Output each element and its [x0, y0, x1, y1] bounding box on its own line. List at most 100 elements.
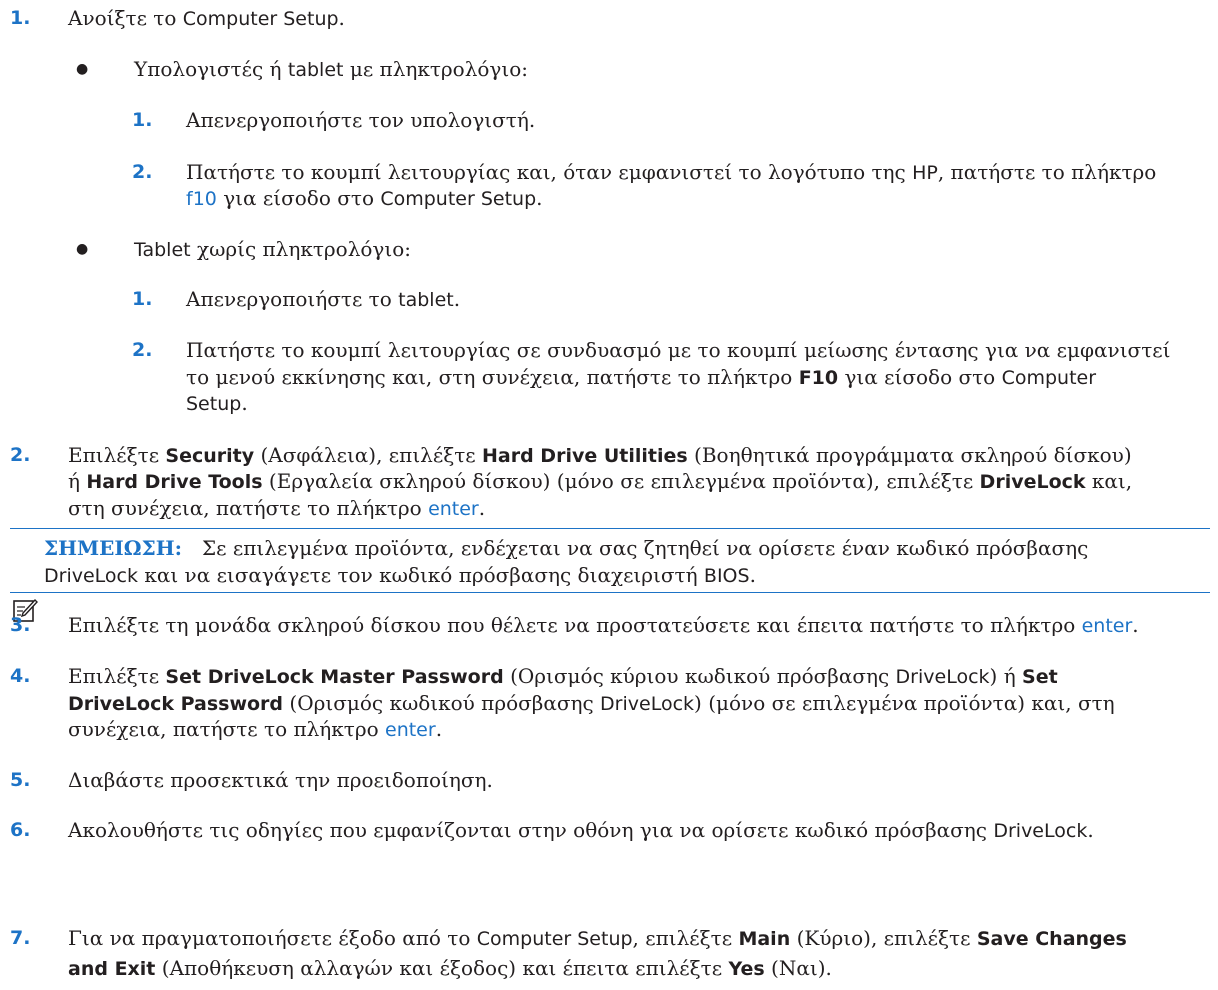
step-text: Πατήστε το κουμπί λειτουργίας και, όταν … [186, 160, 913, 184]
step-number: 5. [10, 769, 31, 791]
step-7-line2: and Exit (Αποθήκευση αλλαγών και έξοδος)… [68, 954, 832, 983]
step-text: και, [1085, 469, 1133, 493]
note-label: ΣΗΜΕΙΩΣΗ: [44, 536, 182, 560]
step-text: (Εργαλεία σκληρού δίσκου) (μόνο σε επιλε… [262, 469, 980, 493]
app-name: Computer Setup [380, 188, 537, 210]
app-name: Computer Setup [182, 8, 339, 30]
step-number: 2. [10, 444, 31, 466]
key-name: enter [385, 719, 436, 741]
label-text: χωρίς πληκτρολόγιο: [190, 237, 411, 261]
key-name: enter [1081, 615, 1133, 637]
step-text: . [1087, 818, 1094, 842]
step-text: Ανοίξτε το [68, 6, 183, 30]
step-text: . [435, 717, 443, 741]
menu-name: Save Changes [976, 928, 1127, 950]
product-name: DriveLock [600, 693, 695, 715]
step-5-text: Διαβάστε προσεκτικά την προειδοποίηση. [68, 768, 493, 792]
app-name: Computer [1001, 367, 1097, 389]
menu-name: Hard Drive Tools [86, 471, 263, 493]
device-name: Tablet [134, 239, 191, 261]
substep-number: 1. [132, 288, 153, 310]
substep-text-line2: f10 για είσοδο στο Computer Setup. [186, 184, 543, 213]
step-text: (Κύριο), επιλέξτε [790, 926, 977, 950]
step-number: 3. [10, 614, 31, 636]
substep-text-line2: το μενού εκκίνησης και, στη συνέχεια, πα… [186, 363, 1096, 392]
substep-number: 2. [132, 161, 153, 183]
step-text: (Ορισμός κύριου κωδικού πρόσβασης [503, 664, 896, 688]
app-name: Setup [186, 393, 242, 415]
note-top-rule [10, 528, 1210, 529]
step-number: 6. [10, 819, 31, 841]
step-text: συνέχεια, πατήστε το πλήκτρο [68, 717, 385, 741]
menu-name: Set DriveLock Master Password [165, 666, 504, 688]
key-name: enter [428, 498, 479, 520]
menu-name: and Exit [68, 958, 156, 980]
step-4-line3: συνέχεια, πατήστε το πλήκτρο enter. [68, 715, 442, 744]
menu-name: DriveLock [979, 471, 1086, 493]
step-text: , επιλέξτε [632, 926, 739, 950]
step-number: 7. [10, 927, 31, 949]
substep-text: Απενεργοποιήστε το tablet. [186, 285, 460, 314]
substep-text-line1: Πατήστε το κουμπί λειτουργίας και, όταν … [186, 158, 1156, 187]
key-name: F10 [798, 367, 839, 389]
substep-number: 1. [132, 109, 153, 131]
bullet-tablet-label: Tablet χωρίς πληκτρολόγιο: [134, 235, 411, 264]
step-text: Επιλέξτε [68, 443, 166, 467]
product-name: DriveLock [993, 820, 1088, 842]
step-text: (Ορισμός κωδικού πρόσβασης [283, 691, 601, 715]
substep-number: 2. [132, 339, 153, 361]
substep-text-line3: Setup. [186, 389, 248, 418]
step-text: . [241, 391, 248, 415]
step-text: (Βοηθητικά προγράμματα σκληρού δίσκου) [687, 443, 1132, 467]
step-2-line3: στη συνέχεια, πατήστε το πλήκτρο enter. [68, 494, 485, 523]
bullet-keyboard-label: Υπολογιστές ή tablet με πληκτρολόγιο: [134, 55, 528, 84]
app-name: Computer Setup [476, 928, 633, 950]
step-text: ) (μόνο σε επιλεγμένα προϊόντα) και, στη [694, 691, 1115, 715]
step-text: Για να πραγματοποιήσετε έξοδο από το [68, 926, 477, 950]
step-text: (Αποθήκευση αλλαγών και έξοδος) και έπει… [155, 956, 729, 980]
step-text: για είσοδο στο [838, 365, 1002, 389]
step-text: , πατήστε το πλήκτρο [937, 160, 1157, 184]
step-text: . [536, 186, 543, 210]
label-text: Υπολογιστές ή [134, 57, 288, 81]
step-text: το μενού εκκίνησης και, στη συνέχεια, πα… [186, 365, 799, 389]
menu-name: Main [738, 928, 791, 950]
device-name: tablet [287, 59, 344, 81]
step-text: . [478, 496, 486, 520]
step-7-line1: Για να πραγματοποιήσετε έξοδο από το Com… [68, 924, 1127, 953]
step-3-text: Επιλέξτε τη μονάδα σκληρού δίσκου που θέ… [68, 611, 1139, 640]
step-2-line2: ή Hard Drive Tools (Εργαλεία σκληρού δίσ… [68, 467, 1132, 496]
step-1-text: Ανοίξτε το Computer Setup. [68, 4, 345, 33]
substep-text: Απενεργοποιήστε τον υπολογιστή. [186, 108, 536, 132]
step-text: για είσοδο στο [216, 186, 381, 210]
menu-name: Security [165, 445, 255, 467]
step-text: (Ναι). [764, 956, 832, 980]
step-4-line1: Επιλέξτε Set DriveLock Master Password (… [68, 662, 1058, 691]
menu-name: Set [1022, 666, 1058, 688]
menu-name: DriveLock Password [68, 693, 284, 715]
step-number: 1. [10, 7, 31, 29]
step-text: . [453, 287, 461, 311]
step-text: . [338, 6, 345, 30]
product-name: DriveLock [44, 565, 138, 587]
step-text: Απενεργοποιήστε το [186, 287, 399, 311]
step-2-line1: Επιλέξτε Security (Ασφάλεια), επιλέξτε H… [68, 441, 1132, 470]
step-text: . [1132, 613, 1139, 637]
step-text: Επιλέξτε τη μονάδα σκληρού δίσκου που θέ… [68, 613, 1082, 637]
substep-text-line1: Πατήστε το κουμπί λειτουργίας σε συνδυασ… [186, 338, 1171, 362]
step-text: Ακολουθήστε τις οδηγίες που εμφανίζονται… [68, 818, 994, 842]
note-line1: ΣΗΜΕΙΩΣΗ: Σε επιλεγμένα προϊόντα, ενδέχετ… [44, 534, 1088, 562]
brand-name: HP [912, 162, 938, 184]
note-text: . [749, 563, 756, 587]
step-4-line2: DriveLock Password (Ορισμός κωδικού πρόσ… [68, 689, 1115, 718]
step-text: ή [68, 469, 87, 493]
step-text: Επιλέξτε [68, 664, 166, 688]
bullet-icon: ● [76, 241, 89, 257]
note-bottom-rule [10, 592, 1210, 593]
note-text: Σε επιλεγμένα προϊόντα, ενδέχεται να σας… [202, 536, 1089, 560]
product-name: BIOS [703, 565, 750, 587]
step-6-text: Ακολουθήστε τις οδηγίες που εμφανίζονται… [68, 816, 1094, 845]
label-text: με πληκτρολόγιο: [343, 57, 528, 81]
device-name: tablet [398, 289, 454, 311]
step-text: (Ασφάλεια), επιλέξτε [254, 443, 482, 467]
